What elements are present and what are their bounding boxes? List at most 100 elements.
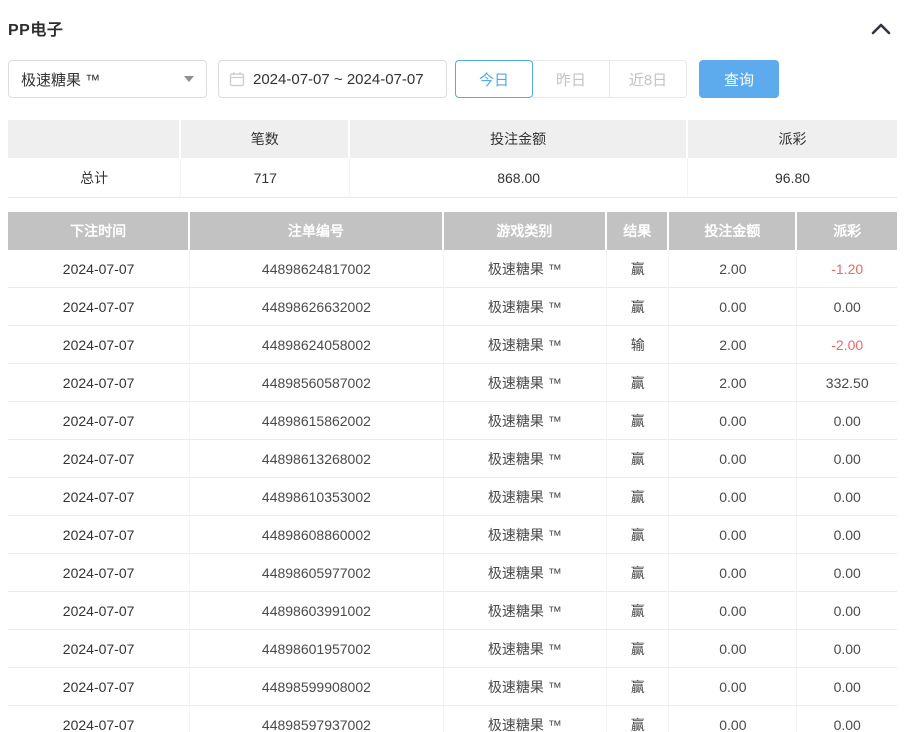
date-range-value: 2024-07-07 ~ 2024-07-07 [253,71,424,88]
bet-id-cell: 44898608860002 [190,516,443,554]
amount-cell: 2.00 [669,250,797,288]
table-row: 2024-07-07 44898560587002 极速糖果 ™ 赢 2.00 … [8,364,897,402]
bet-time-cell: 2024-07-07 [8,250,190,288]
search-button[interactable]: 查询 [699,60,779,98]
game-cell: 极速糖果 ™ [444,288,608,326]
amount-cell: 0.00 [669,402,797,440]
result-cell: 赢 [607,250,669,288]
game-cell: 极速糖果 ™ [444,516,608,554]
amount-cell: 0.00 [669,592,797,630]
summary-header-bet-amount: 投注金额 [350,120,688,158]
bet-time-cell: 2024-07-07 [8,630,190,668]
result-cell: 赢 [607,364,669,402]
bet-time-cell: 2024-07-07 [8,592,190,630]
date-quick-filter-group: 今日 昨日 近8日 [455,60,687,98]
summary-header-empty [8,120,181,158]
amount-cell: 0.00 [669,554,797,592]
filter-bar: 极速糖果 ™ 2024-07-07 ~ 2024-07-07 今日 昨日 近8日… [8,60,897,98]
collapse-button[interactable] [869,20,893,37]
amount-cell: 0.00 [669,440,797,478]
bet-time-cell: 2024-07-07 [8,364,190,402]
amount-cell: 0.00 [669,516,797,554]
last-8-days-button[interactable]: 近8日 [609,60,687,98]
table-row: 2024-07-07 44898626632002 极速糖果 ™ 赢 0.00 … [8,288,897,326]
result-cell: 赢 [607,440,669,478]
payout-cell: -2.00 [797,326,897,364]
summary-total-label: 总计 [8,158,181,198]
amount-cell: 0.00 [669,706,797,732]
summary-total-count: 717 [181,158,350,198]
bet-id-cell: 44898599908002 [190,668,443,706]
bet-id-cell: 44898560587002 [190,364,443,402]
bet-time-cell: 2024-07-07 [8,326,190,364]
bet-id-cell: 44898601957002 [190,630,443,668]
payout-cell: 0.00 [797,630,897,668]
summary-header-row: 笔数 投注金额 派彩 [8,120,897,158]
result-cell: 赢 [607,554,669,592]
payout-cell: 332.50 [797,364,897,402]
table-row: 2024-07-07 44898605977002 极速糖果 ™ 赢 0.00 … [8,554,897,592]
game-cell: 极速糖果 ™ [444,706,608,732]
result-cell: 赢 [607,630,669,668]
table-row: 2024-07-07 44898624817002 极速糖果 ™ 赢 2.00 … [8,250,897,288]
game-cell: 极速糖果 ™ [444,402,608,440]
bet-table-header-row: 下注时间 注单编号 游戏类别 结果 投注金额 派彩 [8,212,897,250]
panel-header: PP电子 [8,16,897,40]
bet-id-cell: 44898624058002 [190,326,443,364]
summary-total-payout: 96.80 [688,158,897,198]
result-cell: 输 [607,326,669,364]
bet-records-table: 下注时间 注单编号 游戏类别 结果 投注金额 派彩 2024-07-07 448… [8,212,897,732]
table-row: 2024-07-07 44898599908002 极速糖果 ™ 赢 0.00 … [8,668,897,706]
bet-id-cell: 44898626632002 [190,288,443,326]
bet-id-cell: 44898615862002 [190,402,443,440]
today-button[interactable]: 今日 [455,60,533,98]
bet-id-cell: 44898603991002 [190,592,443,630]
game-cell: 极速糖果 ™ [444,668,608,706]
amount-cell: 2.00 [669,364,797,402]
payout-cell: 0.00 [797,554,897,592]
amount-cell: 0.00 [669,478,797,516]
bet-table-body: 2024-07-07 44898624817002 极速糖果 ™ 赢 2.00 … [8,250,897,732]
bet-time-cell: 2024-07-07 [8,402,190,440]
table-row: 2024-07-07 44898624058002 极速糖果 ™ 输 2.00 … [8,326,897,364]
amount-cell: 0.00 [669,288,797,326]
bet-id-cell: 44898597937002 [190,706,443,732]
chevron-up-icon [871,23,891,38]
result-cell: 赢 [607,478,669,516]
game-cell: 极速糖果 ™ [444,326,608,364]
bet-time-cell: 2024-07-07 [8,668,190,706]
bet-header-payout: 派彩 [797,212,897,250]
payout-cell: 0.00 [797,592,897,630]
bet-time-cell: 2024-07-07 [8,440,190,478]
bet-header-amount: 投注金额 [669,212,797,250]
summary-total-row: 总计 717 868.00 96.80 [8,158,897,198]
game-cell: 极速糖果 ™ [444,592,608,630]
amount-cell: 0.00 [669,630,797,668]
payout-cell: -1.20 [797,250,897,288]
game-cell: 极速糖果 ™ [444,478,608,516]
table-row: 2024-07-07 44898597937002 极速糖果 ™ 赢 0.00 … [8,706,897,732]
bet-id-cell: 44898624817002 [190,250,443,288]
summary-header-payout: 派彩 [688,120,897,158]
payout-cell: 0.00 [797,402,897,440]
game-select[interactable]: 极速糖果 ™ [8,60,207,98]
summary-header-count: 笔数 [181,120,350,158]
result-cell: 赢 [607,402,669,440]
date-range-input[interactable]: 2024-07-07 ~ 2024-07-07 [218,60,447,98]
payout-cell: 0.00 [797,668,897,706]
bet-header-game: 游戏类别 [444,212,608,250]
payout-cell: 0.00 [797,288,897,326]
summary-table: 笔数 投注金额 派彩 总计 717 868.00 96.80 [8,120,897,198]
table-row: 2024-07-07 44898615862002 极速糖果 ™ 赢 0.00 … [8,402,897,440]
game-cell: 极速糖果 ™ [444,630,608,668]
table-row: 2024-07-07 44898613268002 极速糖果 ™ 赢 0.00 … [8,440,897,478]
yesterday-button[interactable]: 昨日 [532,60,610,98]
payout-cell: 0.00 [797,440,897,478]
bet-time-cell: 2024-07-07 [8,288,190,326]
summary-total-bet-amount: 868.00 [350,158,688,198]
result-cell: 赢 [607,288,669,326]
bet-time-cell: 2024-07-07 [8,706,190,732]
payout-cell: 0.00 [797,706,897,732]
bet-id-cell: 44898613268002 [190,440,443,478]
table-row: 2024-07-07 44898601957002 极速糖果 ™ 赢 0.00 … [8,630,897,668]
